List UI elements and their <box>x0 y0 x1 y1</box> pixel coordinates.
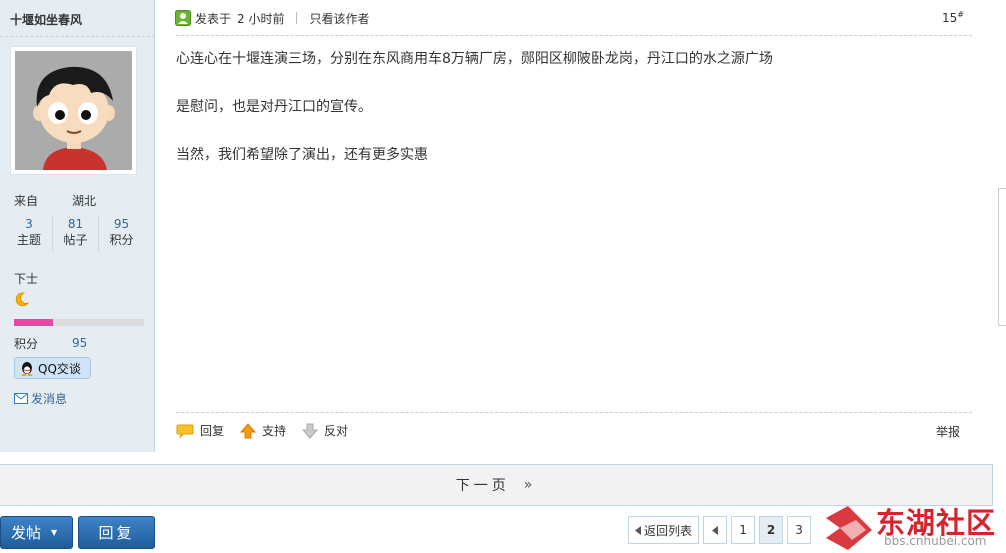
next-page-label: 下一页 <box>455 478 510 494</box>
new-post-label: 发帖 <box>11 524 42 542</box>
from-value: 湖北 <box>72 194 97 208</box>
reply-label: 回复 <box>200 424 225 438</box>
support-label: 支持 <box>262 424 287 438</box>
post-paragraph: 当然，我们希望除了演出，还有更多实惠 <box>176 147 428 163</box>
stat-number[interactable]: 3 <box>6 216 52 232</box>
qq-chat-button[interactable]: QQ交谈 <box>14 357 91 379</box>
page-3-button[interactable]: 3 <box>787 516 812 544</box>
oppose-label: 反对 <box>324 424 349 438</box>
post-actions: 回复 支持 反对 <box>176 422 364 439</box>
reply-action[interactable]: 回复 <box>176 422 224 439</box>
triangle-left-icon <box>635 525 641 535</box>
divider <box>176 412 972 413</box>
send-message-link[interactable]: 发消息 <box>14 390 67 407</box>
points-label: 积分 <box>14 337 39 351</box>
oppose-action[interactable]: 反对 <box>302 422 348 439</box>
post-paragraph: 是慰问，也是对丹江口的宣传。 <box>176 99 372 115</box>
floor-number-value: 15 <box>942 11 958 25</box>
avatar-frame[interactable] <box>10 46 137 175</box>
send-message-label: 发消息 <box>31 392 68 406</box>
author-only-link[interactable]: 只看该作者 <box>309 10 369 27</box>
floor-mark: # <box>957 10 964 19</box>
caret-down-icon: ▼ <box>51 528 58 537</box>
stat-credits[interactable]: 95 积分 <box>98 216 144 252</box>
triangle-left-icon <box>712 525 719 535</box>
double-chevron-right-icon: » <box>523 477 537 493</box>
post-content: 心连心在十堰连演三场，分别在东风商用车8万辆厂房，郧阳区柳陂卧龙岗，丹江口的水之… <box>176 47 773 191</box>
back-to-list-button[interactable]: 返回列表 <box>628 516 700 544</box>
username[interactable]: 十堰如坐春风 <box>10 11 82 28</box>
post-meta: 发表于 2 小时前 只看该作者 <box>175 8 369 28</box>
divider <box>176 35 972 36</box>
stat-number[interactable]: 95 <box>99 216 144 232</box>
post-paragraph: 心连心在十堰连演三场，分别在东风商用车8万辆厂房，郧阳区柳陂卧龙岗，丹江口的水之… <box>176 51 773 67</box>
qq-penguin-icon <box>21 362 33 376</box>
logo-url: bbs.cnhubei.com <box>884 534 987 548</box>
reply-button[interactable]: 回复 <box>78 516 155 549</box>
moon-icon <box>15 292 30 307</box>
rank-progress-bar <box>14 319 144 326</box>
online-user-icon <box>175 10 191 26</box>
arrow-up-icon <box>240 422 257 438</box>
rank-progress-fill <box>14 319 53 326</box>
posted-prefix: 发表于 <box>195 11 232 26</box>
scroll-handle[interactable] <box>998 188 1006 326</box>
floor-number[interactable]: 15# <box>942 10 964 25</box>
stat-label: 积分 <box>109 233 134 247</box>
speech-bubble-icon <box>176 424 194 438</box>
back-to-list-label: 返回列表 <box>644 523 693 538</box>
new-post-button[interactable]: 发帖 ▼ <box>0 516 73 549</box>
pagination: 返回列表 1 2 3 <box>628 516 815 544</box>
stat-label: 帖子 <box>63 233 88 247</box>
envelope-icon <box>14 393 28 404</box>
prev-page-button[interactable] <box>703 516 728 544</box>
stat-number[interactable]: 81 <box>53 216 98 232</box>
posted-time: 2 小时前 <box>237 11 285 26</box>
user-sidebar: 十堰如坐春风 来自 湖北 3 主题 81 帖子 95 积分 下士 积分 95 Q… <box>0 0 155 452</box>
from-label: 来自 <box>14 194 39 208</box>
report-link[interactable]: 举报 <box>936 423 960 440</box>
avatar[interactable] <box>15 51 132 170</box>
qq-chat-label: QQ交谈 <box>38 361 81 376</box>
user-rank: 下士 <box>14 272 39 286</box>
user-stats: 3 主题 81 帖子 95 积分 <box>6 216 146 252</box>
arrow-down-icon <box>302 423 319 439</box>
divider <box>296 12 298 24</box>
page-1-button[interactable]: 1 <box>731 516 756 544</box>
divider <box>0 36 155 37</box>
stat-posts[interactable]: 81 帖子 <box>52 216 98 252</box>
stat-label: 主题 <box>16 233 41 247</box>
page-2-button[interactable]: 2 <box>759 516 784 544</box>
stat-topics[interactable]: 3 主题 <box>6 216 52 252</box>
support-action[interactable]: 支持 <box>240 422 286 439</box>
cartoon-boy-avatar-icon <box>15 51 132 170</box>
points-value[interactable]: 95 <box>72 336 87 350</box>
